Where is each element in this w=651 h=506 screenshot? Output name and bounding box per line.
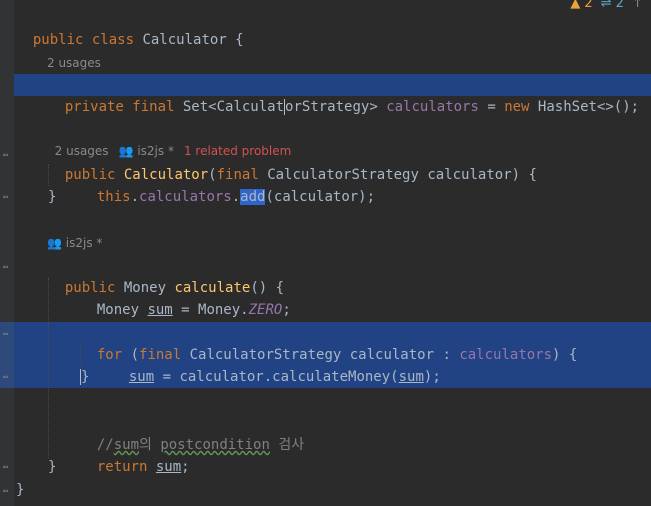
code-line-field-decl[interactable]: private final Set<CalculatorStrategy> ca… <box>48 74 639 115</box>
code-line-calculate[interactable]: public Money calculate() { <box>48 255 284 296</box>
collapse-arrow-icon[interactable]: ↑ <box>632 0 643 11</box>
code-line-sum-init[interactable]: Money sum = Money.ZERO; <box>80 277 291 318</box>
fold-icon[interactable]: ▭ <box>3 151 11 159</box>
author-icon: 👥 <box>47 236 66 250</box>
code-line-comment[interactable]: //sum의 postcondition 검사 <box>80 412 304 453</box>
code-line-method-end[interactable]: } <box>48 456 56 478</box>
weak-warning-count: 2 <box>615 0 624 11</box>
code-line-for[interactable]: for (final CalculatorStrategy calculator… <box>80 322 577 363</box>
inspection-status[interactable]: ▲ 2 ⇌ 2 ↑ <box>566 0 643 12</box>
fold-icon[interactable]: ▭ <box>3 193 11 201</box>
code-line-ctor-end[interactable]: } <box>48 186 56 208</box>
fold-icon[interactable]: ▭ <box>3 373 11 381</box>
code-line-add[interactable]: this.calculators.add(calculator); <box>80 164 375 205</box>
fold-icon[interactable]: ▭ <box>3 463 11 471</box>
code-line-class-decl[interactable]: public class Calculator { <box>16 7 244 48</box>
code-line-for-end[interactable]: } <box>80 366 90 388</box>
fold-icon[interactable]: ▭ <box>3 330 11 338</box>
code-line-class-end[interactable]: } <box>16 479 24 501</box>
inlay-ctor-info[interactable]: 2 usages 👥 is2js * 1 related problem <box>47 121 292 158</box>
code-line-sum-assign[interactable]: sum = calculator.calculateMoney(sum); <box>112 344 441 385</box>
code-line-ctor[interactable]: public Calculator(final CalculatorStrate… <box>48 142 537 183</box>
weak-warning-icon: ⇌ <box>600 0 612 11</box>
indent-guide <box>48 278 49 458</box>
warning-count: 2 <box>584 0 593 11</box>
warning-icon: ▲ <box>570 0 581 11</box>
fold-icon[interactable]: ▭ <box>3 263 11 271</box>
fold-icon[interactable]: ▭ <box>3 487 11 495</box>
inlay-usages-field[interactable]: 2 usages <box>47 53 101 73</box>
editor-gutter <box>0 0 14 506</box>
code-line-return[interactable]: return sum; <box>80 434 190 475</box>
inlay-calc-author[interactable]: 👥 is2js * <box>47 233 102 253</box>
